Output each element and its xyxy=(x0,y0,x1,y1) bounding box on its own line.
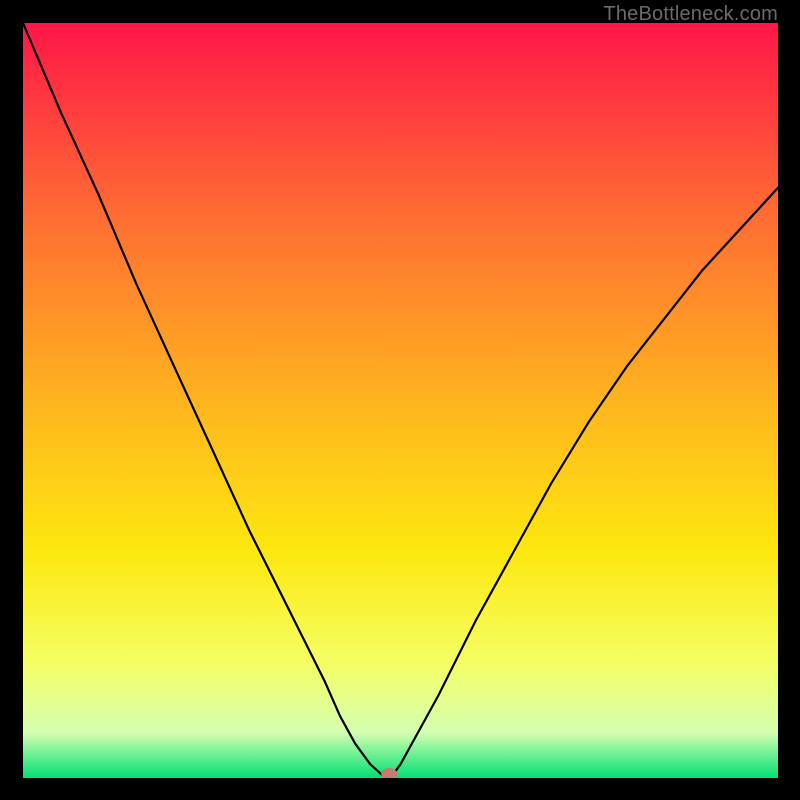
plot-area xyxy=(23,23,778,778)
chart-frame: TheBottleneck.com xyxy=(0,0,800,800)
chart-svg xyxy=(23,23,778,778)
gradient-background xyxy=(23,23,778,778)
watermark-text: TheBottleneck.com xyxy=(603,3,778,26)
